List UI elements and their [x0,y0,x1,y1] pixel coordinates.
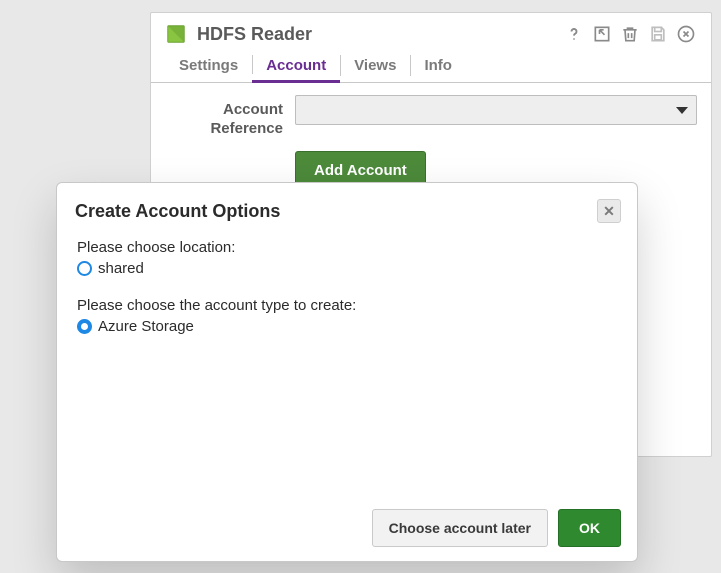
panel-header: HDFS Reader [151,13,711,51]
trash-icon[interactable] [619,23,641,45]
type-prompt: Please choose the account type to create… [77,297,617,314]
tab-info[interactable]: Info [410,51,466,82]
account-reference-row: Account Reference [165,95,697,139]
account-reference-label: Account Reference [165,95,295,139]
location-option-label: shared [98,260,144,277]
help-icon[interactable] [563,23,585,45]
chevron-down-icon [676,107,688,114]
ok-button[interactable]: OK [558,509,621,547]
dialog-title: Create Account Options [75,201,597,222]
tab-views[interactable]: Views [340,51,410,82]
tab-bar: Settings Account Views Info [151,51,711,83]
panel-toolbar [563,23,697,45]
create-account-dialog: Create Account Options ✕ Please choose l… [56,182,638,562]
save-icon[interactable] [647,23,669,45]
dialog-close-button[interactable]: ✕ [597,199,621,223]
type-option-label: Azure Storage [98,318,194,335]
tab-account[interactable]: Account [252,51,340,83]
radio-selected-icon [77,319,92,334]
dialog-footer: Choose account later OK [57,495,637,561]
location-option-shared[interactable]: shared [77,260,617,277]
snap-icon [165,23,187,45]
location-prompt: Please choose location: [77,239,617,256]
type-option-azure-storage[interactable]: Azure Storage [77,318,617,335]
radio-unselected-icon [77,261,92,276]
dialog-body: Please choose location: shared Please ch… [57,233,637,495]
choose-later-button[interactable]: Choose account later [372,509,548,547]
tab-settings[interactable]: Settings [165,51,252,82]
account-reference-dropdown[interactable] [295,95,697,125]
panel-title: HDFS Reader [197,24,563,45]
x-icon: ✕ [603,203,615,220]
close-icon[interactable] [675,23,697,45]
popout-icon[interactable] [591,23,613,45]
dialog-header: Create Account Options ✕ [57,183,637,233]
